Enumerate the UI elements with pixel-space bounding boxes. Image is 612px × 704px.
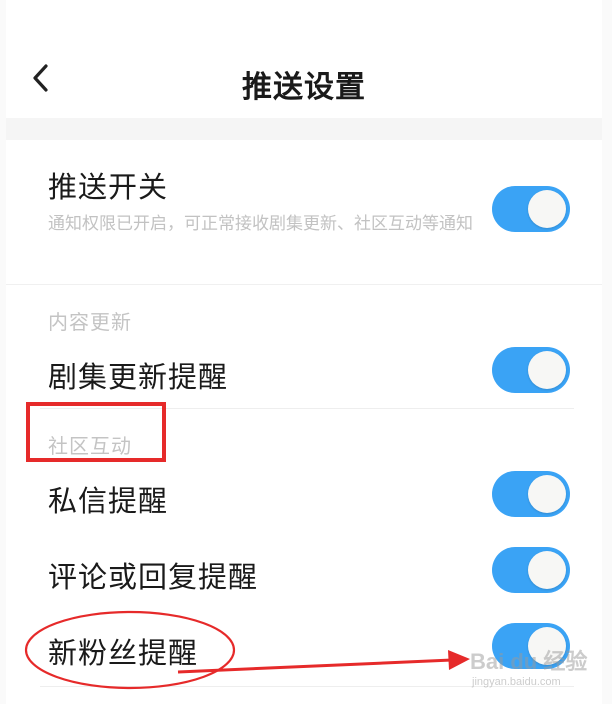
toggle-knob [528,551,566,589]
private-message-toggle[interactable] [492,471,570,517]
push-switch-row: 推送开关 通知权限已开启，可正常接收剧集更新、社区互动等通知 [6,140,602,284]
list-item-comment-reply: 评论或回复提醒 [6,538,602,608]
new-follower-label: 新粉丝提醒 [48,636,199,670]
toggle-knob [528,190,566,228]
header-separator [6,118,602,140]
right-margin [602,0,612,704]
episode-update-label: 剧集更新提醒 [48,360,229,394]
comment-reply-toggle[interactable] [492,547,570,593]
annotation-rectangle [26,402,166,462]
page-title: 推送设置 [242,70,366,105]
list-item-episode-update: 剧集更新提醒 [6,338,602,408]
list-item-private-message: 私信提醒 [6,462,602,532]
watermark-brand: Bai du 经验 [470,649,588,674]
section-divider [6,284,602,285]
toggle-knob [528,351,566,389]
private-message-label: 私信提醒 [48,484,169,518]
watermark: Bai du 经验 jingyan.baidu.com [470,644,590,694]
episode-update-toggle[interactable] [492,347,570,393]
push-switch-toggle[interactable] [492,186,570,232]
settings-screen: 推送设置 推送开关 通知权限已开启，可正常接收剧集更新、社区互动等通知 内容更新… [6,0,602,704]
comment-reply-label: 评论或回复提醒 [48,560,259,594]
push-switch-label: 推送开关 [48,170,169,204]
push-switch-description: 通知权限已开启，可正常接收剧集更新、社区互动等通知 [48,214,473,234]
section-title-content-update: 内容更新 [48,310,132,334]
watermark-url: jingyan.baidu.com [472,676,561,688]
nav-header: 推送设置 [6,36,602,122]
toggle-knob [528,475,566,513]
